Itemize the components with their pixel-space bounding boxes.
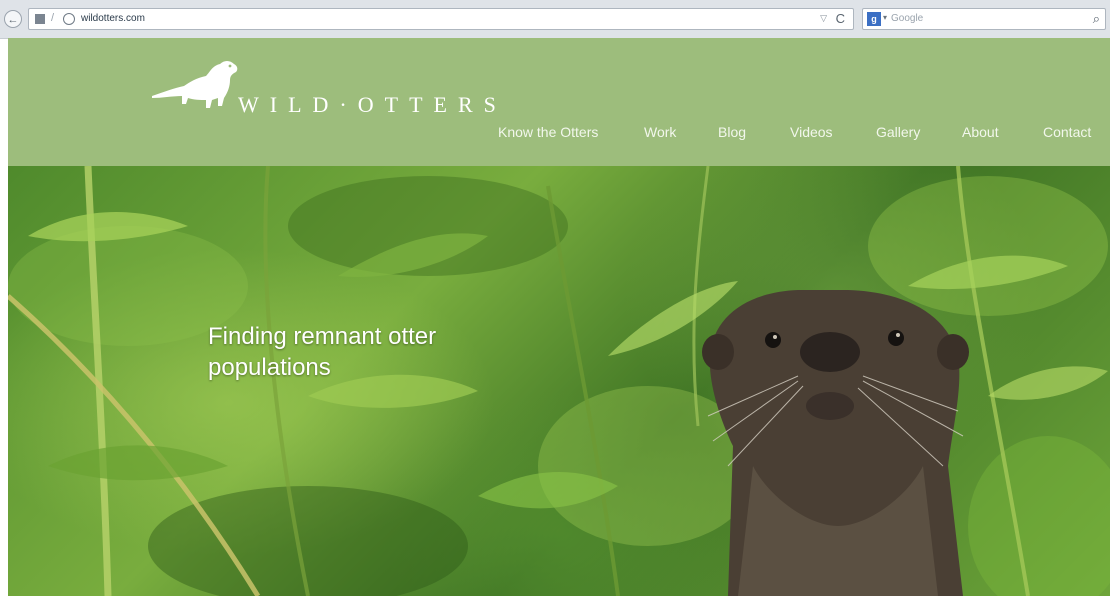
nav-work[interactable]: Work <box>644 124 676 140</box>
globe-icon <box>63 13 75 25</box>
back-button[interactable]: ← <box>4 10 22 28</box>
address-bar[interactable]: / wildotters.com ▽ C <box>28 8 854 30</box>
hero-heading: Finding remnant otter populations <box>208 323 437 381</box>
nav-contact[interactable]: Contact <box>1043 124 1091 140</box>
reload-icon[interactable]: C <box>836 11 845 26</box>
search-icon[interactable]: ⌕ <box>1093 11 1100 27</box>
nav-blog[interactable]: Blog <box>718 124 746 140</box>
nav-videos[interactable]: Videos <box>790 124 833 140</box>
browser-toolbar: ← / wildotters.com ▽ C g ▾ Google ⌕ <box>0 0 1110 39</box>
hero-photo <box>8 166 1110 596</box>
hero-banner: Finding remnant otter populations <box>8 166 1110 596</box>
browser-search-box[interactable]: g ▾ Google ⌕ <box>862 8 1106 30</box>
search-input[interactable]: Google <box>891 13 923 24</box>
chevron-down-icon[interactable]: ▽ <box>820 13 827 24</box>
brand-name: WILD·OTTERS <box>238 92 507 117</box>
url-text[interactable]: wildotters.com <box>81 13 145 24</box>
site-header: WILD·OTTERS Know the Otters Work Blog Vi… <box>8 38 1110 166</box>
nav-about[interactable]: About <box>962 124 999 140</box>
otter-photo <box>702 290 969 596</box>
site-logo[interactable]: WILD·OTTERS <box>150 52 510 116</box>
page-icon <box>35 14 45 24</box>
engine-dropdown-icon[interactable]: ▾ <box>883 13 887 22</box>
search-engine-icon[interactable]: g <box>867 12 881 26</box>
otter-logo-icon <box>152 61 238 108</box>
nav-gallery[interactable]: Gallery <box>876 124 920 140</box>
nav-know-the-otters[interactable]: Know the Otters <box>498 124 598 140</box>
separator-icon: / <box>51 12 55 24</box>
